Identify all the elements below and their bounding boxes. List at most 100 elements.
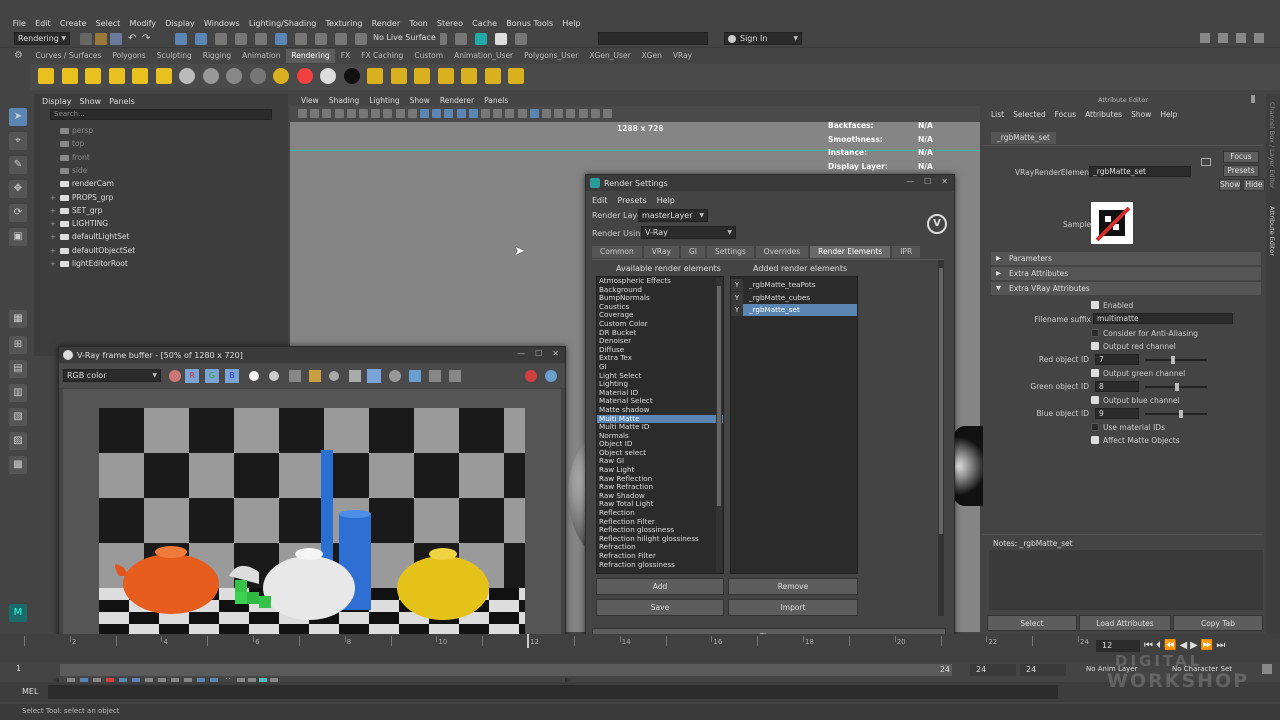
viewport-tool-icon[interactable]: [432, 109, 442, 118]
shelf-tool-icon[interactable]: [414, 68, 430, 84]
status-tool-icon[interactable]: [195, 33, 207, 45]
menu-render[interactable]: Render: [367, 19, 405, 28]
lasso-tool-icon[interactable]: ⌖: [9, 132, 27, 150]
shelf-tab-sculpting[interactable]: Sculpting: [151, 49, 197, 63]
enabled-checkbox[interactable]: [1091, 301, 1099, 309]
notes-field[interactable]: [989, 550, 1263, 610]
render-teapot-icon[interactable]: [545, 370, 557, 382]
section-extra-attributes[interactable]: ▶ Extra Attributes: [991, 267, 1261, 280]
viewport-tool-icon[interactable]: [359, 109, 368, 118]
node-icon[interactable]: [1201, 158, 1211, 166]
red-object-id-slider[interactable]: [1145, 359, 1207, 361]
available-element-item[interactable]: Refraction glossiness: [597, 560, 723, 570]
blue-channel-button[interactable]: B: [225, 369, 239, 383]
command-input[interactable]: [598, 32, 708, 45]
focus-button[interactable]: Focus: [1223, 151, 1259, 163]
range-bar[interactable]: 24: [60, 664, 952, 676]
viewport-tool-icon[interactable]: [322, 109, 332, 118]
viewport-tool-icon[interactable]: [407, 109, 417, 118]
status-tool-icon[interactable]: [295, 33, 307, 45]
live-surface[interactable]: No Live Surface: [370, 32, 440, 45]
outliner-item[interactable]: + defaultObjectSet: [50, 244, 135, 257]
history-icon[interactable]: [449, 370, 461, 382]
added-element-flag[interactable]: Y: [731, 279, 743, 291]
shelf-tab-curves-surfaces[interactable]: Curves / Surfaces: [30, 49, 107, 63]
open-scene-icon[interactable]: [95, 33, 107, 45]
available-scrollbar[interactable]: [716, 278, 722, 572]
added-element-row[interactable]: Y _rgbMatte_teaPots: [731, 279, 857, 291]
close-icon[interactable]: ✕: [941, 177, 948, 186]
green-object-id-field[interactable]: 8: [1095, 381, 1139, 392]
shelf-tab-animation-user[interactable]: Animation_User: [449, 49, 519, 63]
tab-settings[interactable]: Settings: [707, 246, 754, 258]
prev-key-icon[interactable]: ⏪: [1164, 640, 1176, 652]
menu-stereo[interactable]: Stereo: [432, 19, 467, 28]
go-to-end-icon[interactable]: ⏭: [1216, 640, 1225, 652]
shelf-tool-icon[interactable]: [179, 68, 195, 84]
current-frame-marker[interactable]: [527, 634, 530, 648]
node-tab[interactable]: _rgbMatte_set: [991, 132, 1056, 144]
outliner-item[interactable]: persp: [50, 124, 93, 137]
blue-object-id-slider[interactable]: [1145, 413, 1207, 415]
viewport-tool-icon[interactable]: [542, 109, 551, 118]
viewport-tool-icon[interactable]: [481, 109, 490, 118]
status-tool-icon[interactable]: [515, 33, 527, 45]
shelf-tool-icon[interactable]: [320, 68, 336, 84]
maximize-icon[interactable]: ☐: [924, 177, 931, 186]
range-end-handle[interactable]: 24: [940, 664, 950, 676]
slider-handle[interactable]: [1175, 383, 1179, 391]
expand-icon[interactable]: +: [50, 231, 60, 244]
mel-label[interactable]: MEL: [22, 687, 38, 696]
viewport-tool-icon[interactable]: [346, 109, 356, 118]
shelf-tab-xgen[interactable]: XGen: [636, 49, 667, 63]
shelf-tab-fx[interactable]: FX: [335, 49, 355, 63]
shelf-tab-rigging[interactable]: Rigging: [197, 49, 236, 63]
shelf-tool-icon[interactable]: [38, 68, 54, 84]
shelf-tool-icon[interactable]: [508, 68, 524, 84]
menu-cache[interactable]: Cache: [468, 19, 502, 28]
viewport-tool-icon[interactable]: [493, 109, 503, 118]
next-key-icon[interactable]: ⏩: [1201, 640, 1213, 652]
shelf-tool-icon[interactable]: [367, 68, 383, 84]
outliner-item[interactable]: side: [50, 164, 87, 177]
status-tool-icon[interactable]: [495, 33, 507, 45]
viewport-tool-icon[interactable]: [529, 109, 539, 118]
go-to-start-icon[interactable]: ⏮: [1144, 640, 1153, 652]
viewport-tool-icon[interactable]: [566, 109, 576, 118]
status-tool-icon[interactable]: [355, 33, 367, 45]
rs-menu-presets[interactable]: Presets: [618, 196, 647, 205]
region-icon[interactable]: [349, 370, 361, 382]
ipr-icon[interactable]: [409, 370, 421, 382]
presets-button[interactable]: Presets: [1223, 165, 1259, 177]
minimize-icon[interactable]: —: [517, 349, 525, 358]
slider-handle[interactable]: [1179, 410, 1183, 418]
outliner-search-input[interactable]: Search...: [50, 109, 272, 120]
sign-in-dropdown[interactable]: Sign In ▼: [724, 32, 802, 45]
menu-toon[interactable]: Toon: [405, 19, 433, 28]
menuset-dropdown[interactable]: Rendering ▼: [14, 32, 70, 45]
ae-menu-show[interactable]: Show: [1131, 110, 1151, 119]
menu-select[interactable]: Select: [91, 19, 125, 28]
show-button[interactable]: Show: [1219, 179, 1241, 191]
shelf-tool-icon[interactable]: [108, 68, 125, 84]
menu-help[interactable]: Help: [558, 19, 585, 28]
viewport-tool-icon[interactable]: [444, 109, 454, 118]
viewport-tool-icon[interactable]: [517, 109, 527, 118]
outliner-item[interactable]: + LIGHTING: [50, 217, 108, 230]
layout-icon[interactable]: ▧: [9, 408, 27, 426]
menu-windows[interactable]: Windows: [199, 19, 244, 28]
shelf-tool-icon[interactable]: [461, 68, 477, 84]
use-material-ids-checkbox[interactable]: [1091, 423, 1099, 431]
shelf-tab-xgen-user[interactable]: XGen_User: [584, 49, 636, 63]
added-element-row[interactable]: Y _rgbMatte_cubes: [731, 291, 857, 304]
red-object-id-field[interactable]: 7: [1095, 354, 1139, 365]
play-back-icon[interactable]: ◀: [1179, 640, 1187, 652]
menu-display[interactable]: Display: [161, 19, 200, 28]
four-pane-icon[interactable]: ⊞: [9, 336, 27, 354]
ae-menu-help[interactable]: Help: [1160, 110, 1177, 119]
mel-input[interactable]: [48, 685, 1058, 699]
undo-icon[interactable]: ↶: [128, 33, 136, 44]
outliner-item[interactable]: + lightEditorRoot: [50, 257, 128, 270]
viewport-tool-icon[interactable]: [468, 109, 478, 118]
alpha-icon[interactable]: [269, 371, 279, 381]
